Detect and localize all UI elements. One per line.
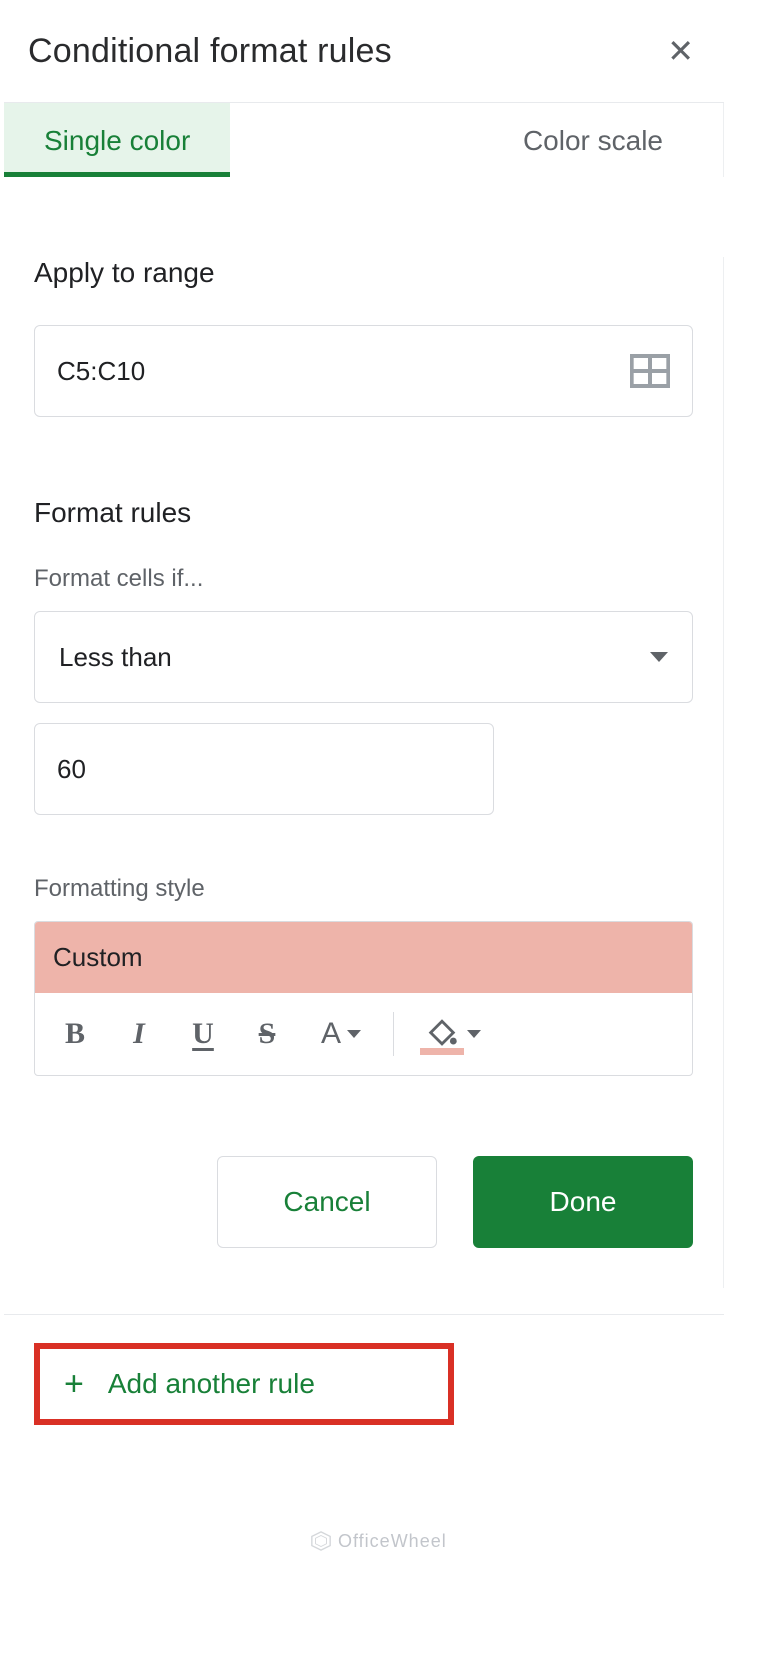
text-color-button[interactable]: A [303, 1007, 379, 1061]
text-color-icon: A [321, 1017, 341, 1051]
condition-selected: Less than [59, 642, 650, 673]
fill-color-swatch [420, 1048, 464, 1055]
range-value: C5:C10 [57, 356, 630, 387]
fill-color-button[interactable] [408, 1007, 498, 1061]
panel-header: Conditional format rules ✕ [4, 0, 724, 103]
watermark-text: OfficeWheel [338, 1531, 447, 1552]
format-rules-label: Format rules [34, 497, 693, 529]
panel-title: Conditional format rules [28, 32, 392, 71]
footer-separator [4, 1314, 724, 1315]
tab-color-scale[interactable]: Color scale [483, 103, 723, 177]
threshold-input[interactable] [34, 723, 494, 815]
paint-bucket-icon [425, 1017, 459, 1051]
apply-range-label: Apply to range [34, 257, 693, 289]
formatting-style-label: Formatting style [34, 875, 693, 903]
chevron-down-icon [650, 652, 668, 662]
done-button[interactable]: Done [473, 1156, 693, 1248]
plus-icon: + [64, 1367, 84, 1401]
format-cells-if-label: Format cells if... [34, 565, 693, 593]
tab-single-color[interactable]: Single color [4, 103, 230, 177]
action-row: Cancel Done [34, 1156, 693, 1258]
underline-button[interactable]: U [175, 1007, 231, 1061]
strikethrough-button[interactable]: S [239, 1007, 295, 1061]
watermark: OfficeWheel [310, 1530, 447, 1552]
range-input-wrapper[interactable]: C5:C10 [34, 325, 693, 417]
chevron-down-icon [467, 1030, 481, 1038]
chevron-down-icon [347, 1030, 361, 1038]
cancel-button[interactable]: Cancel [217, 1156, 437, 1248]
tab-bar: Single color Color scale [4, 103, 724, 177]
formatting-style-block: Custom B I U S A [34, 921, 693, 1076]
close-icon[interactable]: ✕ [657, 28, 704, 74]
add-rule-label: Add another rule [108, 1368, 315, 1400]
add-another-rule-button[interactable]: + Add another rule [34, 1343, 454, 1425]
panel-content: Apply to range C5:C10 Format rules Forma… [4, 257, 724, 1288]
bold-button[interactable]: B [47, 1007, 103, 1061]
italic-button[interactable]: I [111, 1007, 167, 1061]
style-toolbar: B I U S A [35, 993, 692, 1075]
select-range-icon[interactable] [630, 354, 670, 388]
toolbar-separator [393, 1012, 394, 1056]
watermark-icon [310, 1530, 332, 1552]
condition-dropdown[interactable]: Less than [34, 611, 693, 703]
style-preview-swatch[interactable]: Custom [35, 922, 692, 993]
